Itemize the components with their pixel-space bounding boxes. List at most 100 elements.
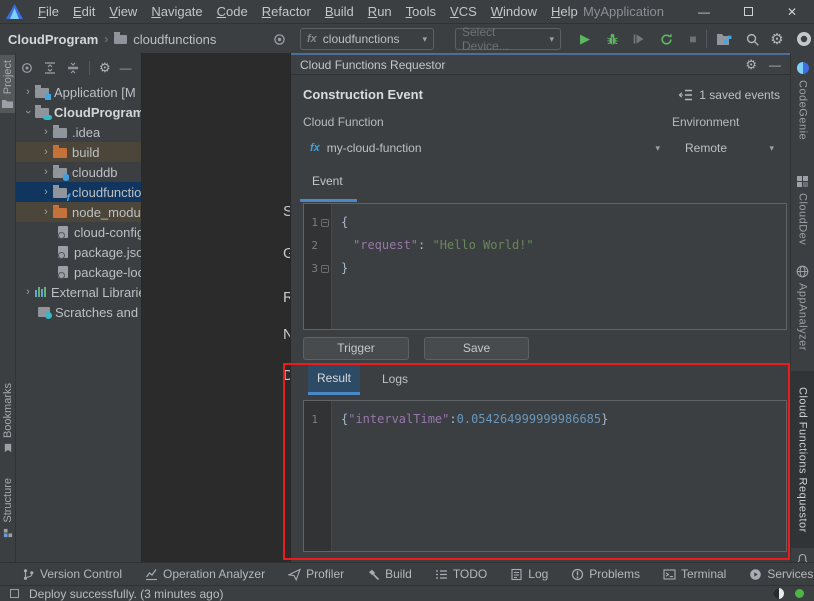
settings-gear-icon[interactable]: ⚙ — [766, 29, 788, 49]
debug-button[interactable] — [601, 29, 623, 49]
chevron-right-icon[interactable]: › — [40, 126, 52, 138]
tree-item-application[interactable]: › Application [M — [16, 82, 141, 102]
save-button[interactable]: Save — [424, 337, 529, 360]
menu-help[interactable]: Help — [544, 4, 585, 19]
collapse-all-icon[interactable] — [66, 61, 80, 75]
tree-item-cloudprogram[interactable]: › CloudProgram — [16, 102, 141, 122]
trigger-button[interactable]: Trigger — [303, 337, 409, 360]
status-bar: Deploy successfully. (3 minutes ago) — [0, 585, 814, 601]
tool-window-toggle-icon[interactable] — [10, 589, 19, 598]
chevron-right-icon[interactable]: › — [40, 186, 52, 198]
stripe-tab-bookmarks[interactable]: Bookmarks — [0, 383, 15, 453]
chevron-right-icon[interactable]: › — [40, 146, 52, 158]
libraries-icon — [35, 287, 46, 297]
expand-all-icon[interactable] — [43, 61, 57, 75]
tool-button-services[interactable]: Services — [749, 567, 813, 581]
tree-item-clouddb[interactable]: › clouddb — [16, 162, 141, 182]
menu-build[interactable]: Build — [318, 4, 361, 19]
cloud-function-select[interactable]: fx my-cloud-function ▾ — [303, 137, 667, 159]
tool-button-version-control[interactable]: Version Control — [22, 567, 122, 581]
editor-code[interactable]: { "request": "Hello World!" } — [332, 204, 534, 329]
tool-button-operation-analyzer[interactable]: Operation Analyzer — [145, 567, 265, 581]
json-file-icon — [58, 246, 68, 259]
stripe-tab-cloud-functions-requestor[interactable]: Cloud Functions Requestor — [791, 371, 814, 548]
menu-refactor[interactable]: Refactor — [255, 4, 318, 19]
menu-run[interactable]: Run — [361, 4, 399, 19]
fold-marker-icon[interactable] — [321, 264, 329, 273]
close-button[interactable]: ✕ — [770, 0, 814, 24]
assistant-avatar-icon[interactable] — [793, 29, 814, 49]
background-text: R — [283, 289, 290, 306]
saved-events-link[interactable]: 1 saved events — [678, 88, 780, 102]
tab-result[interactable]: Result — [308, 364, 360, 395]
fold-marker-icon[interactable] — [321, 218, 329, 227]
background-text: S — [283, 203, 290, 220]
section-title: Construction Event — [303, 87, 423, 102]
tree-item-cloud-config[interactable]: cloud-config — [16, 222, 141, 242]
minimize-button[interactable]: — — [682, 0, 726, 24]
rerun-button[interactable] — [655, 29, 677, 49]
breadcrumb-module[interactable]: cloudfunctions — [133, 32, 216, 47]
codegenie-status-icon[interactable] — [772, 587, 785, 600]
stripe-tab-structure[interactable]: Structure — [0, 478, 15, 538]
chevron-right-icon[interactable]: › — [40, 206, 52, 218]
settings-gear-icon[interactable]: ⚙ — [745, 57, 757, 73]
chevron-right-icon[interactable]: › — [22, 86, 34, 98]
tree-item-node-modules[interactable]: › node_modules — [16, 202, 141, 222]
hide-panel-icon[interactable]: — — [769, 58, 781, 72]
hide-panel-icon[interactable]: — — [120, 61, 132, 75]
tool-button-todo[interactable]: TODO — [435, 567, 487, 581]
tree-item-idea[interactable]: › .idea — [16, 122, 141, 142]
chevron-right-icon[interactable]: › — [22, 286, 34, 298]
stripe-tab-appanalyzer[interactable]: AppAnalyzer — [791, 265, 814, 351]
event-editor[interactable]: 1 2 3 { "request": "Hello World!" } — [303, 203, 787, 330]
stripe-tab-clouddev[interactable]: CloudDev — [791, 175, 814, 245]
tree-item-package-json[interactable]: package.json — [16, 242, 141, 262]
device-select[interactable]: Select Device... ▾ — [455, 25, 561, 53]
tree-item-scratches[interactable]: Scratches and — [16, 302, 141, 322]
select-opened-file-icon[interactable] — [20, 61, 34, 75]
chevron-right-icon[interactable]: › — [40, 166, 52, 178]
tab-event[interactable]: Event — [312, 174, 343, 188]
tree-item-label: cloud-config — [74, 224, 141, 240]
environment-select[interactable]: Remote ▾ — [678, 137, 781, 159]
tree-item-build[interactable]: › build — [16, 142, 141, 162]
project-structure-icon[interactable] — [713, 29, 735, 49]
excluded-folder-icon — [53, 204, 67, 218]
menu-vcs[interactable]: VCS — [443, 4, 484, 19]
maximize-button[interactable] — [726, 0, 770, 24]
stripe-tab-codegenie[interactable]: CodeGenie — [791, 61, 814, 140]
menu-window[interactable]: Window — [484, 4, 544, 19]
stripe-tab-project[interactable]: Project — [0, 55, 15, 114]
settings-gear-icon[interactable]: ⚙ — [99, 60, 111, 76]
menu-tools[interactable]: Tools — [399, 4, 443, 19]
folder-icon — [114, 31, 128, 44]
search-icon[interactable] — [741, 29, 763, 49]
database-folder-icon — [53, 164, 69, 181]
tab-logs[interactable]: Logs — [375, 364, 415, 395]
locate-icon[interactable] — [268, 29, 290, 49]
chevron-expanded-icon[interactable]: › — [22, 106, 34, 118]
result-editor[interactable]: 1 {"intervalTime":0.054264999999986685} — [303, 400, 787, 552]
menu-file[interactable]: File — [31, 4, 66, 19]
run-config-select[interactable]: fx cloudfunctions ▾ — [300, 28, 434, 50]
menu-edit[interactable]: Edit — [66, 4, 102, 19]
tool-button-log[interactable]: Log — [510, 567, 548, 581]
tree-item-cloudfunctions[interactable]: › cloudfunctions — [16, 182, 141, 202]
breadcrumb-project[interactable]: CloudProgram — [8, 32, 98, 47]
result-tabs: Result Logs — [291, 364, 790, 395]
attach-profiler-button[interactable] — [628, 29, 650, 49]
menu-navigate[interactable]: Navigate — [144, 4, 209, 19]
tree-item-package-lock[interactable]: package-lock — [16, 262, 141, 282]
menu-code[interactable]: Code — [210, 4, 255, 19]
tool-button-terminal[interactable]: Terminal — [663, 567, 726, 581]
tool-button-problems[interactable]: Problems — [571, 567, 640, 581]
menu-view[interactable]: View — [102, 4, 144, 19]
editor-background: S G R N D — [142, 53, 291, 562]
tool-button-build[interactable]: Build — [367, 567, 412, 581]
stop-button[interactable]: ■ — [682, 29, 704, 49]
tool-button-profiler[interactable]: Profiler — [288, 567, 344, 581]
tree-item-external-libraries[interactable]: › External Libraries — [16, 282, 141, 302]
run-button[interactable]: ▶ — [574, 29, 596, 49]
excluded-folder-icon — [53, 144, 67, 158]
